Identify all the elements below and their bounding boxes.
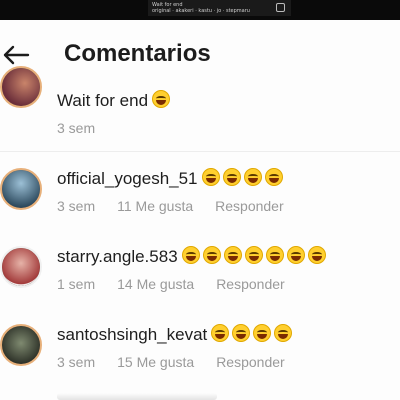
avatar[interactable] — [0, 168, 42, 210]
laughing-emoji-icon — [274, 324, 293, 342]
next-comment-peek — [57, 393, 217, 400]
comment-meta: 3 sem 11 Me gusta Responder — [57, 198, 306, 214]
comment-text: starry.angle.583 — [57, 246, 329, 269]
page-title: Comentarios — [64, 40, 211, 67]
comments-header: Comentarios — [0, 20, 400, 84]
avatar[interactable] — [0, 66, 42, 108]
laughing-emoji-icon — [211, 324, 230, 342]
laughing-emoji-icon — [243, 168, 262, 186]
comment-text: santoshsingh_kevat — [57, 324, 295, 347]
video-caption: Wait for end original · akakeri · kastu … — [152, 2, 250, 14]
comment-username[interactable]: santoshsingh_kevat — [57, 325, 207, 344]
divider — [0, 151, 400, 152]
comment-item: Wait for end 3 sem — [0, 66, 400, 152]
comment-time: 3 sem — [57, 354, 96, 370]
comment-text: official_yogesh_51 — [57, 168, 286, 191]
laughing-emoji-icon — [264, 168, 283, 186]
comment-time: 3 sem — [57, 198, 96, 214]
laughing-emoji-icon — [286, 246, 305, 264]
fullscreen-icon[interactable] — [276, 3, 285, 12]
back-button[interactable] — [0, 42, 32, 68]
emoji-laugh-group — [152, 90, 173, 113]
laughing-emoji-icon — [244, 246, 263, 264]
reply-button[interactable]: Responder — [216, 276, 285, 292]
emoji-laugh-group — [181, 246, 329, 269]
comment-time: 1 sem — [57, 276, 96, 292]
like-count[interactable]: 15 Me gusta — [117, 354, 194, 370]
comment-username[interactable]: starry.angle.583 — [57, 247, 178, 266]
laughing-emoji-icon — [253, 324, 272, 342]
comment-meta: 3 sem — [57, 120, 117, 136]
reply-button[interactable]: Responder — [215, 198, 284, 214]
comment-item: starry.angle.583 1 sem 14 Me gusta Respond… — [0, 244, 400, 304]
comment-username[interactable]: official_yogesh_51 — [57, 169, 198, 188]
laughing-emoji-icon — [202, 246, 221, 264]
emoji-laugh-group — [201, 168, 286, 191]
comment-item: santoshsingh_kevat 3 sem 15 Me gusta Respo… — [0, 322, 400, 382]
avatar[interactable] — [0, 324, 42, 366]
emoji-laugh-group — [211, 324, 295, 347]
laughing-emoji-icon — [232, 324, 251, 342]
video-preview-bar: Wait for end original · akakeri · kastu … — [0, 0, 400, 20]
like-count[interactable]: 11 Me gusta — [117, 198, 193, 214]
laughing-emoji-icon — [152, 90, 171, 108]
comment-text: Wait for end — [57, 90, 173, 113]
laughing-emoji-icon — [181, 246, 200, 264]
arrow-left-icon — [3, 45, 30, 65]
comment-meta: 3 sem 15 Me gusta Responder — [57, 354, 307, 370]
laughing-emoji-icon — [307, 246, 326, 264]
laughing-emoji-icon — [223, 246, 242, 264]
comment-meta: 1 sem 14 Me gusta Responder — [57, 276, 307, 292]
laughing-emoji-icon — [222, 168, 241, 186]
comment-time: 3 sem — [57, 120, 96, 136]
laughing-emoji-icon — [201, 168, 220, 186]
laughing-emoji-icon — [265, 246, 284, 264]
reply-button[interactable]: Responder — [216, 354, 285, 370]
like-count[interactable]: 14 Me gusta — [117, 276, 194, 292]
comment-item: official_yogesh_51 3 sem 11 Me gusta Respo… — [0, 166, 400, 226]
avatar[interactable] — [0, 246, 42, 288]
